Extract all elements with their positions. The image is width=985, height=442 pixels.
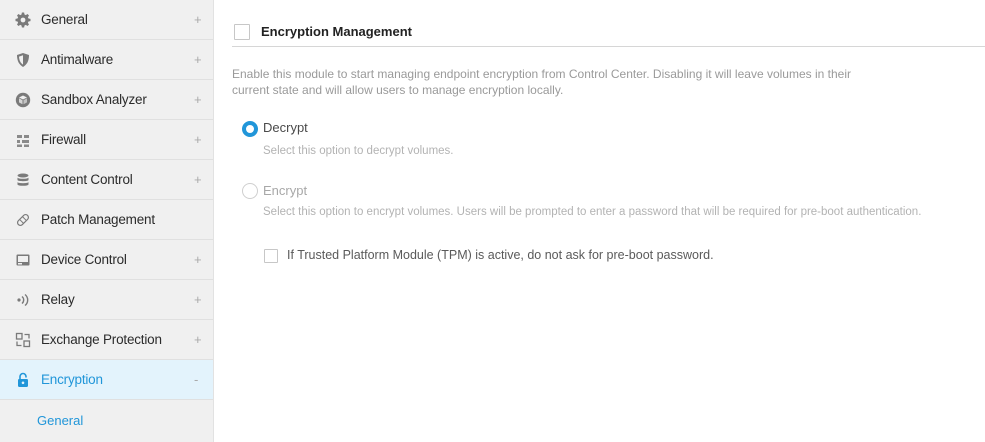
encryption-management-checkbox[interactable]	[234, 24, 250, 40]
sidebar-item-label: Content Control	[41, 172, 133, 187]
expand-toggle[interactable]: +	[194, 0, 202, 40]
bandage-icon	[15, 212, 31, 228]
sidebar-item-label: Sandbox Analyzer	[41, 92, 147, 107]
section-title: Encryption Management	[261, 24, 412, 39]
module-description: Enable this module to start managing end…	[232, 67, 851, 97]
encrypt-description: Select this option to encrypt volumes. U…	[263, 206, 922, 218]
firewall-icon	[15, 132, 31, 148]
sidebar-item-label: Relay	[41, 292, 75, 307]
expand-toggle[interactable]: +	[194, 280, 202, 320]
tpm-checkbox-label: If Trusted Platform Module (TPM) is acti…	[287, 248, 714, 262]
sidebar-subitem-general[interactable]: General	[0, 400, 213, 440]
encrypt-radio[interactable]	[242, 183, 258, 199]
expand-toggle[interactable]: +	[194, 320, 202, 360]
sidebar: General + Antimalware + Sandbox Analyzer…	[0, 0, 214, 442]
expand-toggle[interactable]: +	[194, 40, 202, 80]
database-icon	[15, 172, 31, 188]
sidebar-item-antimalware[interactable]: Antimalware +	[0, 40, 213, 80]
sidebar-item-general[interactable]: General +	[0, 0, 213, 40]
section-header: Encryption Management	[232, 16, 985, 47]
expand-toggle[interactable]: +	[194, 120, 202, 160]
sidebar-item-sandbox-analyzer[interactable]: Sandbox Analyzer +	[0, 80, 213, 120]
tpm-checkbox[interactable]	[264, 249, 278, 263]
encrypt-label: Encrypt	[263, 183, 308, 198]
device-icon	[15, 252, 31, 268]
sidebar-item-patch-management[interactable]: Patch Management	[0, 200, 213, 240]
expand-toggle[interactable]: +	[194, 240, 202, 280]
decrypt-description: Select this option to decrypt volumes.	[263, 145, 454, 157]
gear-icon	[15, 12, 31, 28]
sidebar-item-encryption[interactable]: Encryption -	[0, 360, 213, 400]
sidebar-item-content-control[interactable]: Content Control +	[0, 160, 213, 200]
sidebar-item-label: General	[41, 12, 88, 27]
exchange-icon	[15, 332, 31, 348]
sidebar-item-label: Exchange Protection	[41, 332, 162, 347]
main-panel: Encryption Management Enable this module…	[214, 0, 985, 442]
sidebar-item-label: Device Control	[41, 252, 127, 267]
sidebar-item-device-control[interactable]: Device Control +	[0, 240, 213, 280]
collapse-toggle[interactable]: -	[194, 360, 198, 400]
sidebar-item-relay[interactable]: Relay +	[0, 280, 213, 320]
decrypt-radio[interactable]	[242, 121, 258, 137]
lock-icon	[15, 372, 31, 388]
sidebar-item-label: Antimalware	[41, 52, 114, 67]
decrypt-label: Decrypt	[263, 120, 308, 135]
sidebar-item-exchange-protection[interactable]: Exchange Protection +	[0, 320, 213, 360]
relay-icon	[15, 292, 31, 308]
sidebar-item-label: Patch Management	[41, 212, 155, 227]
sidebar-item-label: Encryption	[41, 372, 103, 387]
expand-toggle[interactable]: +	[194, 160, 202, 200]
sidebar-item-label: Firewall	[41, 132, 86, 147]
expand-toggle[interactable]: +	[194, 80, 202, 120]
cube-icon	[15, 92, 31, 108]
sidebar-item-firewall[interactable]: Firewall +	[0, 120, 213, 160]
shield-icon	[15, 52, 31, 68]
